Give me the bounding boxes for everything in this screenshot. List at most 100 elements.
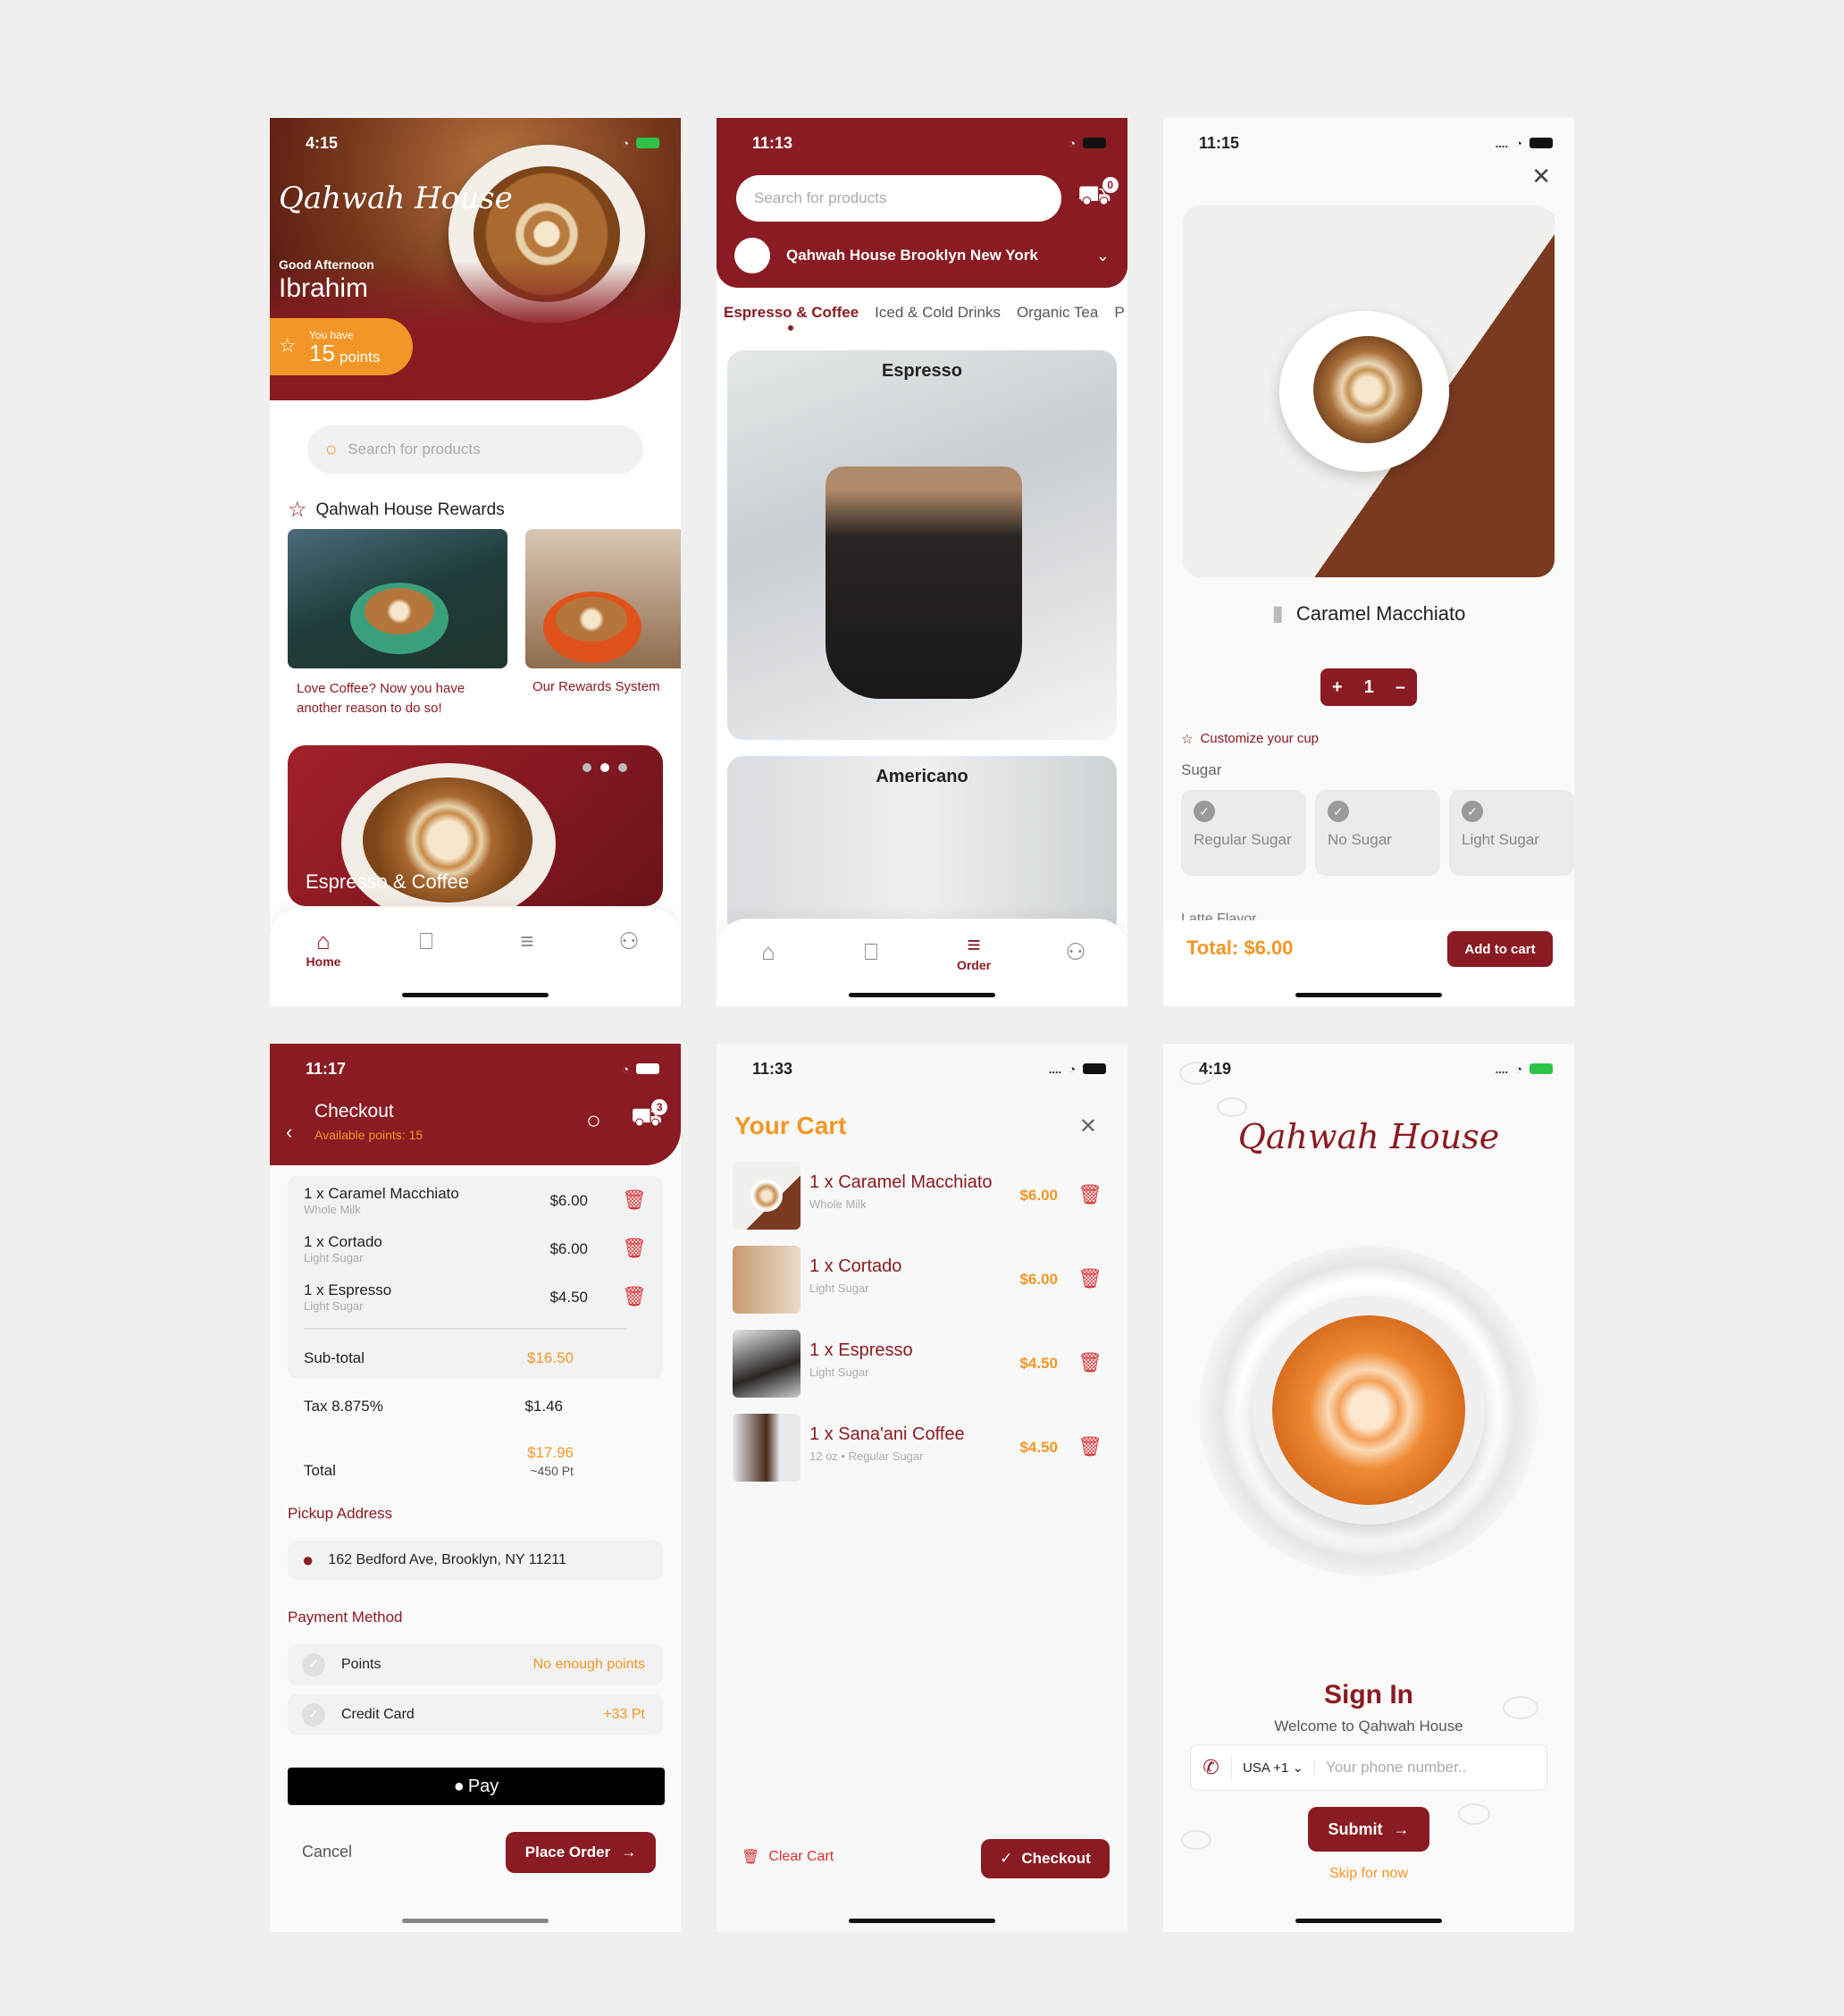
bookmark-icon[interactable]: ▮ xyxy=(1272,601,1284,626)
check-icon: ✓ xyxy=(1000,1850,1013,1867)
reward-card-caption[interactable]: Love Coffee? Now you have another reason… xyxy=(297,679,493,718)
status-time: 4:15 xyxy=(306,133,339,152)
store-selector[interactable]: Qahwah House Brooklyn New York ⌄ xyxy=(734,238,1110,273)
trash-icon[interactable]: 🗑 xyxy=(1077,1183,1102,1206)
decorative-bean xyxy=(1181,1830,1211,1850)
plus-icon[interactable]: + xyxy=(1332,677,1343,698)
tab-profile[interactable]: ⚇ xyxy=(1049,938,1102,965)
check-icon: ✓ xyxy=(302,1653,325,1676)
tab-more[interactable]: P xyxy=(1114,304,1124,322)
country-code-select[interactable]: USA +1 ⌄ xyxy=(1232,1760,1316,1776)
status-time: 4:19 xyxy=(1199,1059,1232,1078)
tab-home[interactable]: ⌂ xyxy=(742,938,795,965)
status-bar: 4:19 .... ◔ xyxy=(1199,1058,1553,1079)
category-banner[interactable]: Espresso & Coffee xyxy=(288,745,663,906)
search-placeholder: Search for products xyxy=(754,189,887,206)
tab-saved[interactable]: ⎕ xyxy=(399,928,453,954)
tab-order[interactable]: ≡ Order xyxy=(947,931,1001,972)
wifi-icon: ◔ xyxy=(622,136,629,150)
tab-iced-cold-drinks[interactable]: Iced & Cold Drinks xyxy=(875,304,1001,322)
status-time: 11:15 xyxy=(1199,133,1240,152)
arrow-right-icon: → xyxy=(1393,1819,1410,1838)
tab-organic-tea[interactable]: Organic Tea xyxy=(1017,304,1098,322)
tab-home[interactable]: ⌂ Home xyxy=(297,928,350,969)
points-badge[interactable]: ☆ You have 15 points xyxy=(270,318,413,375)
phone-icon: ✆ xyxy=(1191,1756,1232,1779)
product-card-americano[interactable]: Americano xyxy=(727,756,1117,935)
decorative-bean xyxy=(1458,1803,1490,1825)
tab-espresso-coffee[interactable]: Espresso & Coffee xyxy=(724,304,859,322)
tab-profile[interactable]: ⚇ xyxy=(602,928,656,954)
product-title-row: ▮ Caramel Macchiato xyxy=(1163,601,1574,626)
reward-card-image[interactable] xyxy=(525,529,681,668)
trash-icon[interactable]: 🗑 xyxy=(1077,1267,1102,1290)
chevron-down-icon: ⌄ xyxy=(1292,1760,1304,1776)
trash-icon[interactable]: 🗑 xyxy=(1077,1435,1102,1458)
product-screen: 11:15 .... ◔ ✕ ▮ Caramel Macchiato + 1 – … xyxy=(1163,118,1574,1006)
battery-icon xyxy=(1530,1063,1553,1074)
search-icon[interactable]: ○ xyxy=(586,1106,601,1135)
skip-link[interactable]: Skip for now xyxy=(1163,1866,1574,1882)
order-item: 1 x Caramel Macchiato Whole Milk $6.00 xyxy=(304,1185,588,1216)
quantity-stepper[interactable]: + 1 – xyxy=(1320,668,1417,706)
reward-card-caption[interactable]: Our Rewards System xyxy=(532,679,660,694)
subtotal-row: Sub-total $16.50 xyxy=(304,1349,574,1366)
rewards-header: ☆ Qahwah House Rewards xyxy=(288,497,505,523)
status-time: 11:13 xyxy=(752,133,793,152)
cart-item: 1 x Caramel Macchiato Whole Milk $6.00 🗑 xyxy=(733,1162,1111,1230)
search-input[interactable]: ○ Search for products xyxy=(307,425,643,474)
banner-title: Espresso & Coffee xyxy=(306,870,470,893)
home-icon: ⌂ xyxy=(316,928,331,954)
sugar-option-none[interactable]: ✓ No Sugar xyxy=(1315,790,1440,876)
tax-row: Tax 8.875% $1.46 xyxy=(304,1398,563,1415)
points-unit: points xyxy=(339,349,381,365)
customize-label: Customize your cup xyxy=(1200,731,1320,746)
menu-screen: 11:13 ◔ Search for products ⛟ 0 Qahwah H… xyxy=(717,118,1127,1006)
trash-icon[interactable]: 🗑 xyxy=(622,1189,647,1212)
cart-button[interactable]: ⛟ 0 xyxy=(1077,177,1119,214)
close-icon[interactable]: ✕ xyxy=(1531,163,1551,190)
sugar-option-regular[interactable]: ✓ Regular Sugar xyxy=(1181,790,1306,876)
total-price: Total: $6.00 xyxy=(1186,937,1294,959)
trash-icon[interactable]: 🗑 xyxy=(622,1285,647,1308)
clear-cart-button[interactable]: 🗑 Clear Cart xyxy=(742,1848,834,1866)
place-order-button[interactable]: Place Order → xyxy=(506,1832,656,1873)
battery-icon xyxy=(636,1063,659,1074)
trash-icon[interactable]: 🗑 xyxy=(622,1237,647,1260)
payment-option-points[interactable]: ✓ Points No enough points xyxy=(288,1644,663,1685)
pickup-address[interactable]: ● 162 Bedford Ave, Brooklyn, NY 11211 xyxy=(288,1541,663,1580)
phone-input[interactable]: Your phone number.. xyxy=(1315,1759,1466,1777)
tab-saved[interactable]: ⎕ xyxy=(844,938,898,965)
wifi-icon: ◔ xyxy=(1069,136,1076,150)
cart-button[interactable]: ⛟ 3 xyxy=(631,1099,668,1135)
item-thumbnail xyxy=(733,1414,800,1482)
item-thumbnail xyxy=(733,1330,800,1398)
cancel-button[interactable]: Cancel xyxy=(302,1843,352,1861)
apple-pay-button[interactable]: ● Pay xyxy=(288,1768,665,1805)
page-title: Your Cart xyxy=(734,1112,847,1139)
profile-icon: ⚇ xyxy=(1065,938,1086,965)
carousel-dots[interactable] xyxy=(583,763,627,772)
order-item: 1 x Espresso Light Sugar $4.50 xyxy=(304,1281,588,1313)
add-to-cart-button[interactable]: Add to cart xyxy=(1447,931,1553,967)
arrow-right-icon: → xyxy=(621,1844,637,1861)
phone-field[interactable]: ✆ USA +1 ⌄ Your phone number.. xyxy=(1190,1744,1547,1791)
star-icon: ☆ xyxy=(279,334,297,357)
sugar-option-light[interactable]: ✓ Light Sugar xyxy=(1449,790,1574,876)
tab-order[interactable]: ≡ xyxy=(500,928,554,954)
order-icon: ≡ xyxy=(520,928,534,954)
back-icon[interactable]: ‹ xyxy=(286,1121,292,1144)
bookmark-icon: ⎕ xyxy=(864,938,878,965)
reward-card-image[interactable] xyxy=(288,529,507,668)
trash-icon[interactable]: 🗑 xyxy=(1077,1351,1102,1374)
wifi-icon: ◔ xyxy=(1515,136,1522,150)
search-input[interactable]: Search for products xyxy=(736,175,1061,222)
checkout-button[interactable]: ✓ Checkout xyxy=(981,1839,1110,1878)
close-icon[interactable]: ✕ xyxy=(1079,1113,1097,1139)
submit-button[interactable]: Submit → xyxy=(1308,1807,1429,1852)
bottom-bar: Total: $6.00 Add to cart xyxy=(1163,920,1574,1006)
minus-icon[interactable]: – xyxy=(1396,677,1405,698)
product-card-espresso[interactable]: Espresso xyxy=(727,350,1117,740)
payment-option-card[interactable]: ✓ Credit Card +33 Pt xyxy=(288,1694,663,1735)
quantity-value: 1 xyxy=(1363,676,1374,697)
